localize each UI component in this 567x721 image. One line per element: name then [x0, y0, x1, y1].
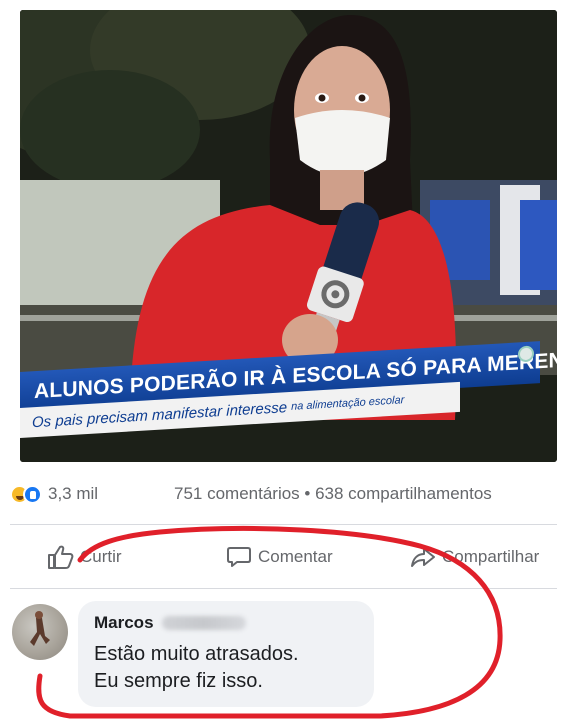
subtitle-small-text: na alimentação escolar — [291, 394, 405, 413]
share-button[interactable]: Compartilhar — [410, 538, 539, 576]
avatar-image — [30, 611, 50, 646]
like-label: Curtir — [80, 547, 122, 566]
comment-text-line: Estão muito atrasados. — [94, 643, 299, 665]
comment-bubble-icon — [227, 547, 251, 567]
comment-button[interactable]: Comentar — [226, 538, 333, 576]
comment-label: Comentar — [258, 547, 333, 566]
like-reaction-icon — [23, 485, 42, 504]
comment-text-line: Eu sempre fiz isso. — [94, 670, 263, 692]
like-button[interactable]: Curtir — [46, 538, 122, 576]
post-actions: Curtir Comentar Compartilhar — [0, 538, 567, 576]
avatar[interactable] — [12, 604, 68, 660]
news-video-frame[interactable]: ALUNOS PODERÃO IR À ESCOLA SÓ PARA MEREN… — [20, 10, 557, 462]
divider — [10, 588, 557, 589]
post-stats-row: 3,3 mil 751 comentários • 638 compartilh… — [10, 480, 567, 508]
comment-author-row: Marcos — [94, 611, 358, 635]
news-lower-third: ALUNOS PODERÃO IR À ESCOLA SÓ PARA MEREN… — [20, 341, 557, 462]
reaction-count[interactable]: 3,3 mil — [48, 484, 98, 504]
comment-author-name[interactable]: Marcos — [94, 613, 154, 633]
comment-bubble: Marcos Estão muito atrasados. Eu sempre … — [78, 601, 374, 707]
reaction-icons[interactable] — [10, 483, 46, 505]
share-label: Compartilhar — [442, 547, 540, 566]
blurred-surname — [161, 616, 246, 630]
thumbs-up-icon — [48, 545, 74, 569]
comments-shares-count[interactable]: 751 comentários • 638 compartilhamentos — [174, 484, 492, 504]
divider — [10, 524, 557, 525]
share-arrow-icon — [411, 548, 435, 567]
